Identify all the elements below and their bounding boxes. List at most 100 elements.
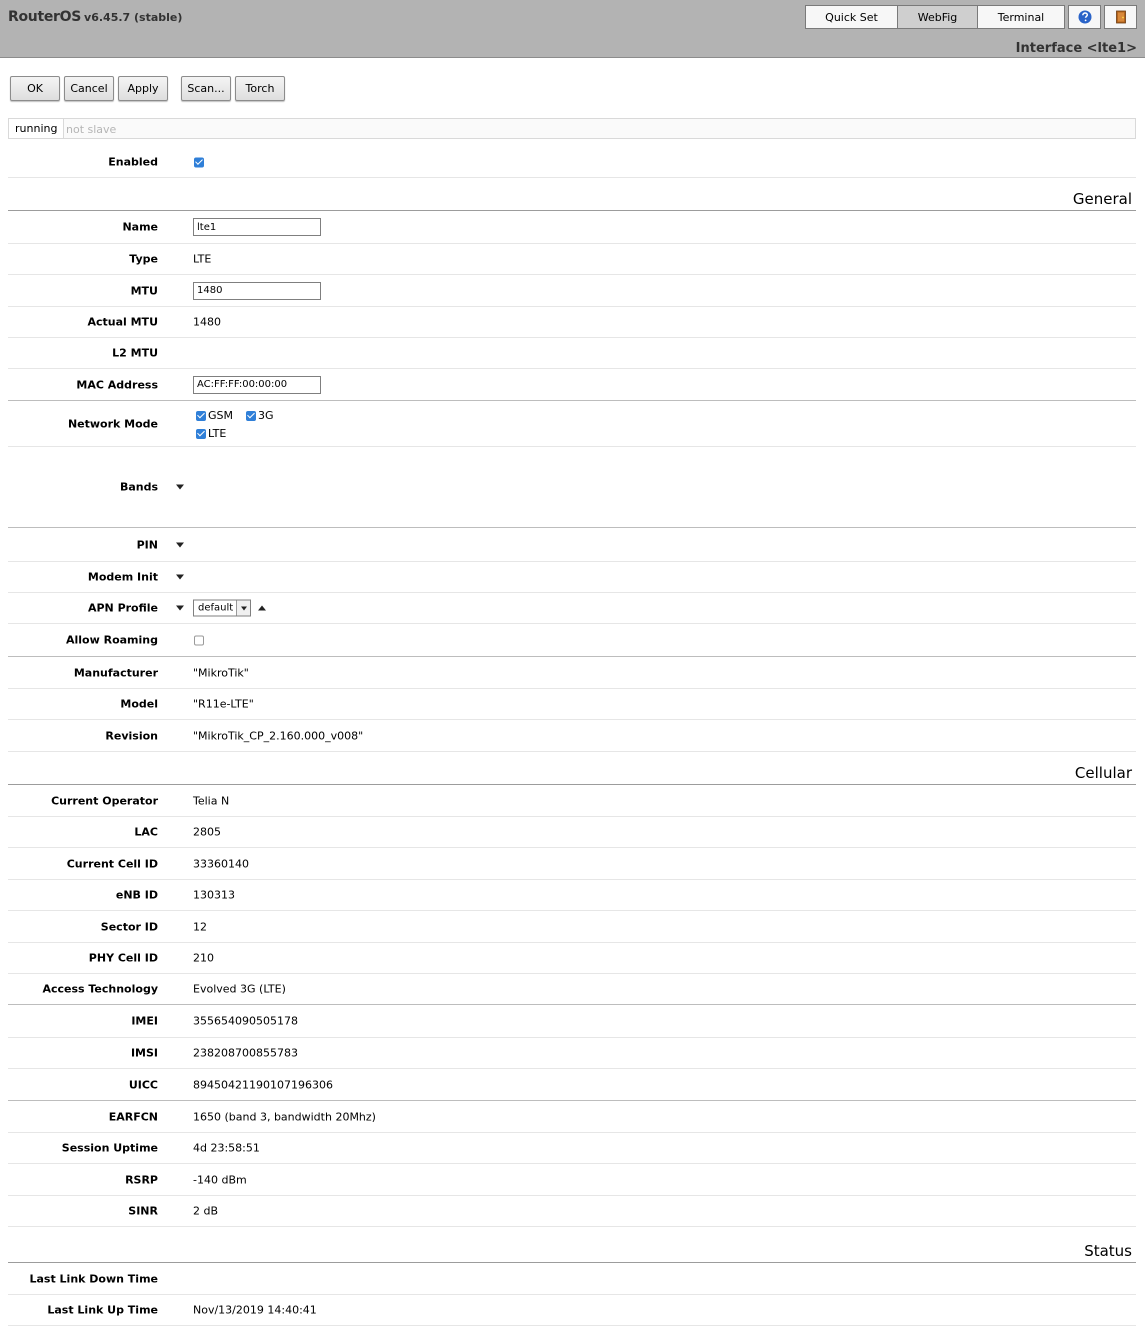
brand: RouterOS v6.45.7 (stable) [8,9,182,25]
section-cellular-title: Cellular [1074,764,1132,782]
sector-id-row: Sector ID 12 [8,911,1136,943]
lac-value: 2805 [193,825,221,839]
sector-id-label: Sector ID [100,920,158,933]
type-row: Type LTE [8,244,1136,275]
page-title: Interface <lte1> [1015,41,1137,56]
scan-button[interactable]: Scan... [181,76,231,101]
running-status: running [9,119,65,138]
mac-input[interactable] [193,375,321,394]
brand-name: RouterOS [8,9,82,25]
apn-profile-row: APN Profile default [8,593,1136,624]
last-link-down-time-label: Last Link Down Time [29,1272,158,1285]
enabled-checkbox[interactable] [194,157,204,167]
network-mode-label: Network Mode [67,417,158,430]
logout-icon [1115,10,1126,24]
imsi-row: IMSI 238208700855783 [8,1038,1136,1069]
access-technology-value: Evolved 3G (LTE) [193,982,286,996]
help-icon [1078,10,1091,24]
revision-row: Revision "MikroTik_CP_2.160.000_v008" [8,720,1136,752]
help-button[interactable] [1068,5,1101,29]
imei-row: IMEI 355654090505178 [8,1005,1136,1038]
l2mtu-row: L2 MTU [8,338,1136,369]
current-cell-id-value: 33360140 [193,857,249,870]
session-uptime-value: 4d 23:58:51 [193,1141,260,1155]
cancel-button[interactable]: Cancel [64,76,114,101]
current-cell-id-label: Current Cell ID [66,857,158,870]
terminal-button[interactable]: Terminal [977,5,1065,29]
network-mode-gsm[interactable]: GSM [196,409,233,422]
enb-id-value: 130313 [193,888,235,902]
last-link-up-time-value: Nov/13/2019 14:40:41 [193,1303,317,1317]
apn-profile-expand-icon[interactable] [176,605,184,611]
earfcn-label: EARFCN [108,1110,158,1123]
lte-checkbox[interactable] [196,428,206,439]
apn-profile-value: default [198,602,234,614]
quick-set-button[interactable]: Quick Set [805,5,898,29]
network-mode-3g[interactable]: 3G [246,409,274,422]
model-value: "R11e-LTE" [193,697,254,711]
ok-button[interactable]: OK [10,76,60,101]
imei-label: IMEI [131,1014,158,1028]
actual-mtu-row: Actual MTU 1480 [8,307,1136,338]
brand-version: v6.45.7 (stable) [84,11,183,24]
mtu-input[interactable] [193,281,321,300]
section-status-title: Status [1084,1242,1132,1260]
current-operator-row: Current Operator Telia N [8,785,1136,817]
pin-label: PIN [136,538,158,551]
current-operator-label: Current Operator [51,794,158,807]
3g-checkbox[interactable] [246,410,256,421]
section-status: Status [8,1231,1136,1263]
bands-expand-icon[interactable] [176,484,184,490]
mac-label: MAC Address [76,378,158,391]
enabled-row: Enabled [8,146,1136,178]
modem-init-expand-icon[interactable] [176,574,184,580]
revision-value: "MikroTik_CP_2.160.000_v008" [193,729,364,742]
manufacturer-label: Manufacturer [73,666,158,679]
lte-label: LTE [208,427,227,440]
apn-profile-remove-icon[interactable] [258,605,266,611]
apn-profile-label: APN Profile [87,601,158,615]
section-general-title: General [1072,190,1132,208]
mtu-row: MTU [8,275,1136,307]
section-general: General [8,178,1136,211]
pin-row: PIN [8,528,1136,562]
allow-roaming-checkbox[interactable] [194,635,204,646]
name-label: Name [122,220,158,234]
enabled-label: Enabled [108,155,158,168]
network-mode-lte[interactable]: LTE [196,427,226,440]
gsm-checkbox[interactable] [196,410,206,421]
earfcn-row: EARFCN 1650 (band 3, bandwidth 20Mhz) [8,1101,1136,1133]
webfig-button[interactable]: WebFig [897,5,978,29]
manufacturer-row: Manufacturer "MikroTik" [8,657,1136,689]
session-uptime-row: Session Uptime 4d 23:58:51 [8,1133,1136,1164]
enb-id-row: eNB ID 130313 [8,880,1136,911]
chevron-down-icon[interactable] [236,600,250,616]
slave-status: not slave [66,123,117,136]
gsm-label: GSM [208,409,233,422]
rsrp-value: -140 dBm [193,1173,247,1186]
sinr-label: SINR [128,1204,158,1218]
apply-button[interactable]: Apply [118,76,168,101]
imsi-label: IMSI [130,1046,158,1060]
last-link-down-time-row: Last Link Down Time [8,1263,1136,1295]
imei-value: 355654090505178 [193,1014,298,1028]
torch-button[interactable]: Torch [235,76,285,101]
allow-roaming-row: Allow Roaming [8,624,1136,657]
access-technology-row: Access Technology Evolved 3G (LTE) [8,974,1136,1005]
logout-button[interactable] [1104,5,1137,29]
mac-row: MAC Address [8,369,1136,401]
model-label: Model [120,697,158,711]
uicc-row: UICC 89450421190107196306 [8,1069,1136,1101]
modem-init-label: Modem Init [87,570,158,584]
pin-expand-icon[interactable] [176,542,184,547]
type-value: LTE [193,252,212,266]
sinr-row: SINR 2 dB [8,1196,1136,1227]
sector-id-value: 12 [193,920,207,933]
apn-profile-select[interactable]: default [193,599,251,617]
earfcn-value: 1650 (band 3, bandwidth 20Mhz) [193,1110,376,1123]
bands-row: Bands [8,447,1136,528]
name-input[interactable] [193,218,321,236]
3g-label: 3G [258,409,274,422]
last-link-up-time-label: Last Link Up Time [47,1303,158,1317]
actual-mtu-value: 1480 [193,315,221,329]
